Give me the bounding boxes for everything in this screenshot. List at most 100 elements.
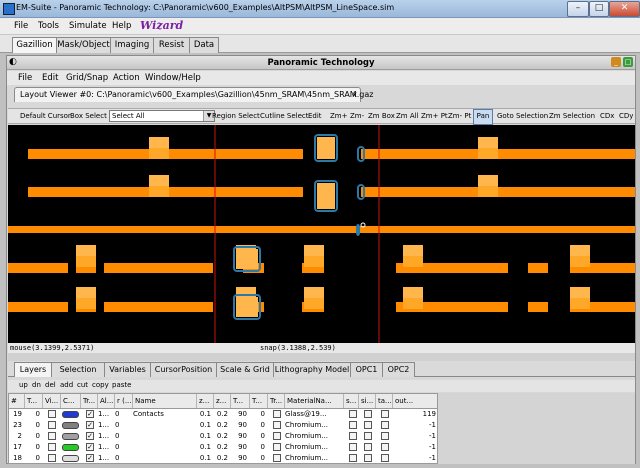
- checkbox[interactable]: [273, 454, 281, 462]
- checkbox[interactable]: [273, 443, 281, 451]
- region-select-button[interactable]: Region Select: [212, 112, 260, 120]
- layer-color-swatch[interactable]: [62, 444, 79, 451]
- tab-opc2[interactable]: OPC2: [382, 362, 415, 377]
- zoom-in-button[interactable]: Zm+: [330, 112, 347, 120]
- inner-minimize-icon[interactable]: _: [611, 57, 621, 67]
- split-pane-divider[interactable]: [8, 353, 635, 361]
- checkbox[interactable]: [349, 410, 357, 418]
- checkbox[interactable]: [48, 410, 56, 418]
- wizard-button[interactable]: Wizard: [140, 19, 183, 32]
- menu-tools[interactable]: Tools: [38, 21, 59, 31]
- column-header[interactable]: Tr...: [268, 394, 285, 408]
- column-header[interactable]: out...: [393, 394, 437, 408]
- tab-resist[interactable]: Resist: [153, 37, 190, 53]
- tab-gazillion[interactable]: Gazillion: [12, 37, 57, 53]
- minimize-icon[interactable]: –: [567, 1, 589, 17]
- checkbox[interactable]: [48, 454, 56, 462]
- menu-help[interactable]: Help: [112, 21, 131, 31]
- layer-color-swatch[interactable]: [62, 433, 79, 440]
- tab-cursor-position[interactable]: CursorPosition: [150, 362, 217, 377]
- checkbox[interactable]: [349, 443, 357, 451]
- checkbox[interactable]: [364, 432, 372, 440]
- column-header[interactable]: Name: [133, 394, 197, 408]
- tab-opc1[interactable]: OPC1: [350, 362, 383, 377]
- column-header[interactable]: T...: [250, 394, 268, 408]
- checkbox[interactable]: [349, 421, 357, 429]
- checkbox[interactable]: [48, 443, 56, 451]
- checkbox[interactable]: [349, 432, 357, 440]
- checkbox[interactable]: [48, 432, 56, 440]
- close-tab-icon[interactable]: x: [352, 88, 357, 102]
- column-header[interactable]: #: [9, 394, 25, 408]
- layer-color-swatch[interactable]: [62, 455, 79, 462]
- table-row[interactable]: 18 0 ✓ 1... 0 0.1 0.2 90 0 Chromium... -1: [9, 453, 437, 463]
- layer-color-swatch[interactable]: [62, 422, 79, 429]
- checkbox[interactable]: ✓: [86, 432, 94, 440]
- column-header[interactable]: T...: [25, 394, 43, 408]
- column-header[interactable]: ta...: [376, 394, 393, 408]
- checkbox[interactable]: [381, 421, 389, 429]
- checkbox[interactable]: ✓: [86, 410, 94, 418]
- tab-data[interactable]: Data: [189, 37, 219, 53]
- checkbox[interactable]: [381, 410, 389, 418]
- table-row[interactable]: 17 0 ✓ 1... 0 0.1 0.2 90 0 Chromium... -1: [9, 442, 437, 453]
- menu-file[interactable]: File: [14, 21, 28, 31]
- column-header[interactable]: z...: [214, 394, 231, 408]
- inner-menu-edit[interactable]: Edit: [42, 73, 58, 83]
- tab-lithography-model[interactable]: Lithography Model: [273, 362, 351, 377]
- layout-canvas[interactable]: [8, 125, 635, 343]
- layer-cut-button[interactable]: cut: [77, 381, 88, 389]
- inner-maximize-icon[interactable]: □: [623, 57, 633, 67]
- menu-simulate[interactable]: Simulate: [69, 21, 107, 31]
- inner-menu-grid-snap[interactable]: Grid/Snap: [66, 73, 108, 83]
- checkbox[interactable]: [349, 454, 357, 462]
- column-header[interactable]: Vi...: [43, 394, 61, 408]
- cdy-button[interactable]: CDy: [619, 112, 633, 120]
- table-row[interactable]: 23 0 ✓ 1... 0 0.1 0.2 90 0 Chromium... -1: [9, 420, 437, 431]
- checkbox[interactable]: [381, 443, 389, 451]
- zoom-all-button[interactable]: Zm All: [396, 112, 419, 120]
- tab-imaging[interactable]: Imaging: [110, 37, 154, 53]
- column-header[interactable]: MaterialNa...: [285, 394, 344, 408]
- layer-down-button[interactable]: dn: [32, 381, 41, 389]
- tab-selection[interactable]: Selection: [51, 362, 105, 377]
- checkbox[interactable]: ✓: [86, 443, 94, 451]
- column-header[interactable]: C...: [61, 394, 81, 408]
- default-cursor-button[interactable]: Default Cursor: [20, 112, 71, 120]
- edit-button[interactable]: Edit: [308, 112, 322, 120]
- column-header[interactable]: T...: [231, 394, 250, 408]
- zoom-in-point-button[interactable]: Zm+ Pt: [421, 112, 448, 120]
- inner-menu-file[interactable]: File: [18, 73, 32, 83]
- checkbox[interactable]: [364, 410, 372, 418]
- select-mode-dropdown[interactable]: Select All ▼: [109, 110, 215, 122]
- inner-menu-window-help[interactable]: Window/Help: [145, 73, 201, 83]
- checkbox[interactable]: [273, 421, 281, 429]
- checkbox[interactable]: ✓: [86, 454, 94, 462]
- layer-delete-button[interactable]: del: [45, 381, 56, 389]
- zoom-out-button[interactable]: Zm-: [350, 112, 364, 120]
- tab-mask-object[interactable]: Mask/Object: [56, 37, 111, 53]
- column-header[interactable]: z...: [197, 394, 214, 408]
- layer-color-swatch[interactable]: [62, 411, 79, 418]
- inner-menu-action[interactable]: Action: [113, 73, 140, 83]
- checkbox[interactable]: ✓: [86, 421, 94, 429]
- checkbox[interactable]: [364, 443, 372, 451]
- tab-variables[interactable]: Variables: [104, 362, 151, 377]
- box-select-button[interactable]: Box Select: [70, 112, 107, 120]
- maximize-icon[interactable]: □: [589, 1, 609, 17]
- table-row[interactable]: 2 0 ✓ 1... 0 0.1 0.2 90 0 Chromium... -1: [9, 431, 437, 442]
- tab-scale-grid[interactable]: Scale & Grid: [216, 362, 274, 377]
- cdx-button[interactable]: CDx: [600, 112, 614, 120]
- column-header[interactable]: Al...: [98, 394, 115, 408]
- column-header[interactable]: r (...: [115, 394, 133, 408]
- cutline-select-button[interactable]: Cutline Select: [260, 112, 309, 120]
- zoom-selection-button[interactable]: Zm Selection: [549, 112, 595, 120]
- zoom-box-button[interactable]: Zm Box: [368, 112, 395, 120]
- pan-button[interactable]: Pan: [473, 109, 493, 125]
- layout-viewer-tab[interactable]: Layout Viewer #0: C:\Panoramic\v600_Exam…: [14, 87, 373, 102]
- tab-layers[interactable]: Layers: [14, 362, 52, 377]
- goto-selection-button[interactable]: Goto Selection: [497, 112, 548, 120]
- close-icon[interactable]: ✕: [609, 1, 640, 17]
- checkbox[interactable]: [48, 421, 56, 429]
- zoom-out-point-button[interactable]: Zm- Pt: [448, 112, 471, 120]
